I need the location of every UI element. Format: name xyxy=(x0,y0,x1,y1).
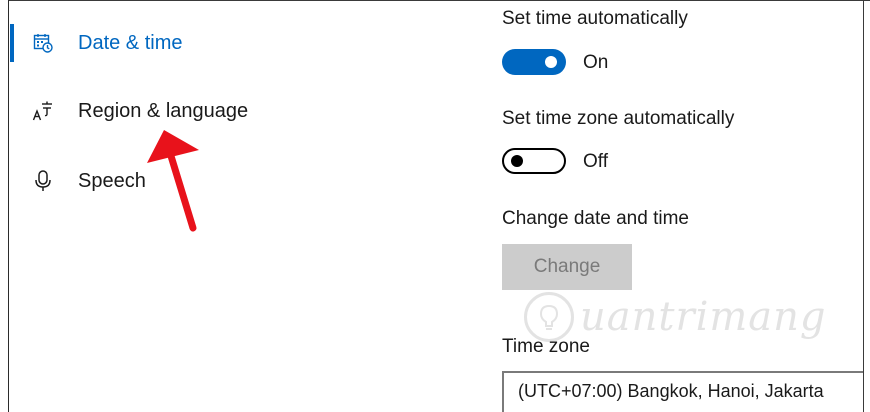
change-button[interactable]: Change xyxy=(502,244,632,290)
language-icon xyxy=(32,100,54,122)
set-time-auto-label: Set time automatically xyxy=(502,8,688,29)
set-time-auto-state: On xyxy=(583,52,609,73)
time-zone-value: (UTC+07:00) Bangkok, Hanoi, Jakarta xyxy=(518,381,824,401)
watermark: uantrimang xyxy=(524,292,827,342)
window-top-border xyxy=(8,0,870,1)
change-date-time-label: Change date and time xyxy=(502,208,689,229)
watermark-text: uantrimang xyxy=(580,294,827,340)
set-timezone-auto-label: Set time zone automatically xyxy=(502,108,735,129)
watermark-bulb-icon xyxy=(524,292,574,342)
window-left-border xyxy=(8,0,9,412)
content-right-border xyxy=(863,0,864,412)
set-timezone-auto-toggle[interactable] xyxy=(502,148,566,174)
set-timezone-auto-state: Off xyxy=(583,151,608,172)
toggle-knob xyxy=(545,56,557,68)
time-zone-label: Time zone xyxy=(502,336,590,357)
time-zone-dropdown[interactable]: (UTC+07:00) Bangkok, Hanoi, Jakarta xyxy=(502,371,863,412)
annotation-arrow xyxy=(147,130,199,232)
sidebar-item-region-language[interactable]: Region & language xyxy=(32,96,248,126)
selected-indicator xyxy=(10,24,14,62)
microphone-icon xyxy=(32,170,54,192)
set-time-auto-toggle[interactable] xyxy=(502,49,566,75)
sidebar-item-label: Region & language xyxy=(78,99,249,122)
sidebar-item-date-time[interactable]: Date & time xyxy=(32,28,182,58)
calendar-clock-icon xyxy=(32,32,54,54)
toggle-knob xyxy=(511,155,523,167)
sidebar-item-speech[interactable]: Speech xyxy=(32,166,146,196)
sidebar-item-label: Date & time xyxy=(78,31,183,54)
sidebar-item-label: Speech xyxy=(78,169,146,192)
